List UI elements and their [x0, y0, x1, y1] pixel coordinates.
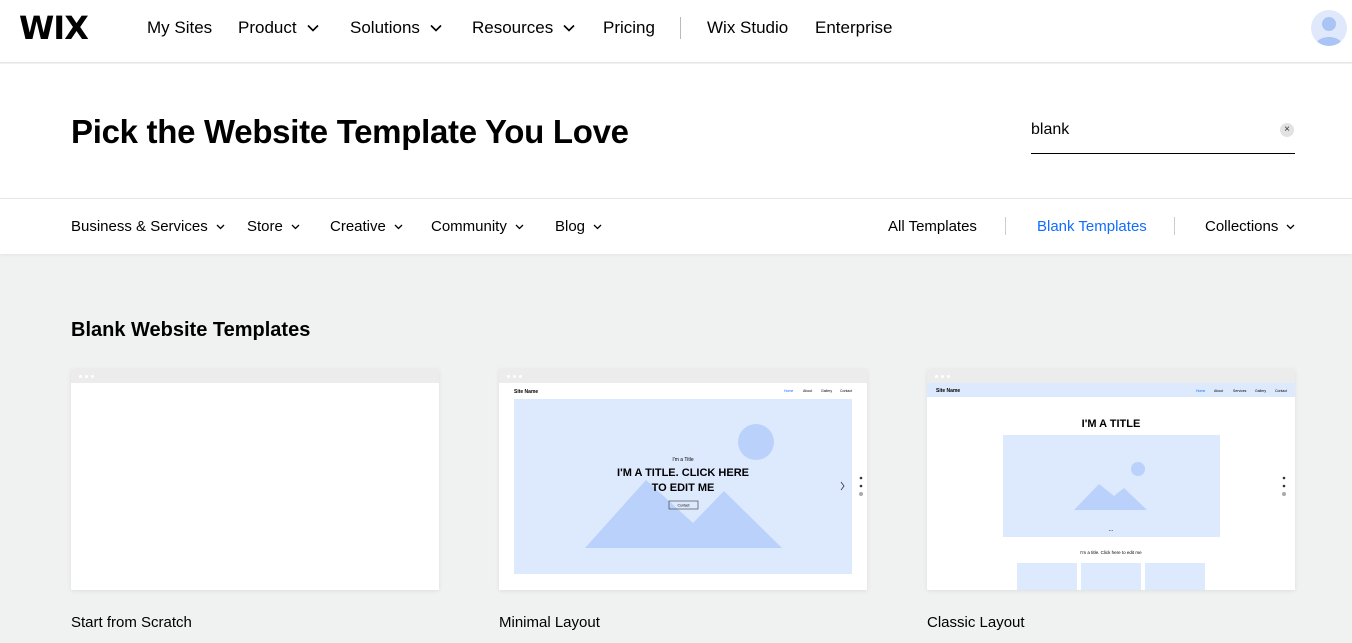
preview-menu-item: Gallery: [821, 389, 832, 393]
category-divider: [1174, 217, 1175, 235]
template-preview-minimal: Site Name Home About Gallery Contact I'm…: [499, 383, 867, 590]
chevron-down-icon: [563, 24, 575, 32]
nav-wix-studio-label: Wix Studio: [707, 18, 789, 37]
all-templates-label: All Templates: [888, 218, 977, 235]
section-title: Blank Website Templates: [71, 319, 311, 341]
category-community[interactable]: Community: [431, 218, 524, 236]
preview-menu-item: About: [1214, 389, 1223, 393]
template-card-scratch[interactable]: [71, 369, 439, 590]
search-input[interactable]: [1031, 116, 1261, 144]
nav-enterprise-label: Enterprise: [815, 18, 893, 37]
browser-chrome: [927, 369, 1295, 383]
nav-product[interactable]: Product: [238, 18, 319, 38]
collections-dropdown[interactable]: Collections: [1205, 218, 1295, 236]
chevron-down-icon: [307, 24, 319, 32]
all-templates-link[interactable]: All Templates: [888, 218, 977, 236]
preview-menu-item: Home: [784, 389, 793, 393]
nav-enterprise[interactable]: Enterprise: [815, 18, 892, 38]
blank-templates-link[interactable]: Blank Templates: [1037, 218, 1147, 236]
nav-resources-label: Resources: [472, 18, 554, 37]
nav-solutions[interactable]: Solutions: [350, 18, 442, 38]
collections-label: Collections: [1205, 218, 1279, 235]
nav-pricing[interactable]: Pricing: [603, 18, 655, 38]
preview-dots: ...: [1108, 527, 1113, 533]
template-card-title[interactable]: Minimal Layout: [499, 614, 600, 632]
preview-menu-item: About: [803, 389, 812, 393]
preview-headline: I'M A TITLE: [1082, 418, 1141, 430]
preview-menu-item: Services: [1233, 389, 1247, 393]
category-label: Store: [247, 218, 283, 235]
blank-templates-label: Blank Templates: [1037, 218, 1147, 235]
browser-chrome: [71, 369, 439, 383]
category-label: Community: [431, 218, 507, 235]
top-navbar: WIX My Sites Product Solutions Resources…: [0, 0, 1352, 63]
preview-menu-item: Contact: [1275, 389, 1287, 393]
preview-headline: I'M A TITLE. CLICK HERE: [617, 467, 749, 479]
category-label: Business & Services: [71, 218, 208, 235]
category-store[interactable]: Store: [247, 218, 300, 236]
clear-search-icon[interactable]: ×: [1280, 123, 1294, 137]
chevron-down-icon: [291, 224, 300, 230]
category-blog[interactable]: Blog: [555, 218, 602, 236]
category-label: Blog: [555, 218, 586, 235]
chevron-down-icon: [515, 224, 524, 230]
user-icon: [1315, 17, 1343, 46]
template-card-title[interactable]: Classic Layout: [927, 614, 1025, 632]
nav-my-sites-label: My Sites: [147, 18, 213, 37]
nav-solutions-label: Solutions: [350, 18, 420, 37]
chevron-down-icon: [593, 224, 602, 230]
preview-menu-item: Contact: [840, 389, 852, 393]
preview-button: Contact: [677, 504, 689, 508]
user-avatar[interactable]: [1311, 10, 1347, 46]
nav-wix-studio[interactable]: Wix Studio: [707, 18, 788, 38]
chevron-down-icon: [430, 24, 442, 32]
template-preview-classic: Site Name Home About Services Gallery Co…: [927, 383, 1295, 590]
nav-divider: [680, 17, 681, 39]
wix-logo[interactable]: WIX: [19, 12, 89, 44]
template-card-minimal[interactable]: Site Name Home About Gallery Contact I'm…: [499, 369, 867, 590]
page-title: Pick the Website Template You Love: [71, 113, 629, 150]
preview-kicker: I'm a Title: [672, 457, 693, 463]
category-divider: [1005, 217, 1006, 235]
hero-section: Pick the Website Template You Love ×: [0, 64, 1352, 198]
category-label: Creative: [330, 218, 386, 235]
preview-caption: I'm a title. Click here to edit me: [1080, 550, 1142, 555]
category-creative[interactable]: Creative: [330, 218, 403, 236]
chevron-down-icon: [1286, 224, 1295, 230]
preview-menu-item: Gallery: [1255, 389, 1266, 393]
category-business-services[interactable]: Business & Services: [71, 218, 225, 236]
browser-chrome: [499, 369, 867, 383]
template-card-classic[interactable]: Site Name Home About Services Gallery Co…: [927, 369, 1295, 590]
category-bar: Business & Services Store Creative Commu…: [0, 198, 1352, 254]
chevron-down-icon: [394, 224, 403, 230]
preview-site-name: Site Name: [936, 388, 960, 394]
template-card-title[interactable]: Start from Scratch: [71, 614, 192, 632]
nav-pricing-label: Pricing: [603, 18, 655, 37]
preview-menu-item: Home: [1196, 389, 1205, 393]
preview-site-name: Site Name: [514, 389, 538, 395]
preview-headline: TO EDIT ME: [652, 482, 715, 494]
chevron-down-icon: [216, 224, 225, 230]
nav-product-label: Product: [238, 18, 297, 37]
nav-resources[interactable]: Resources: [472, 18, 575, 38]
nav-my-sites[interactable]: My Sites: [147, 18, 212, 38]
template-search: ×: [1031, 116, 1295, 154]
